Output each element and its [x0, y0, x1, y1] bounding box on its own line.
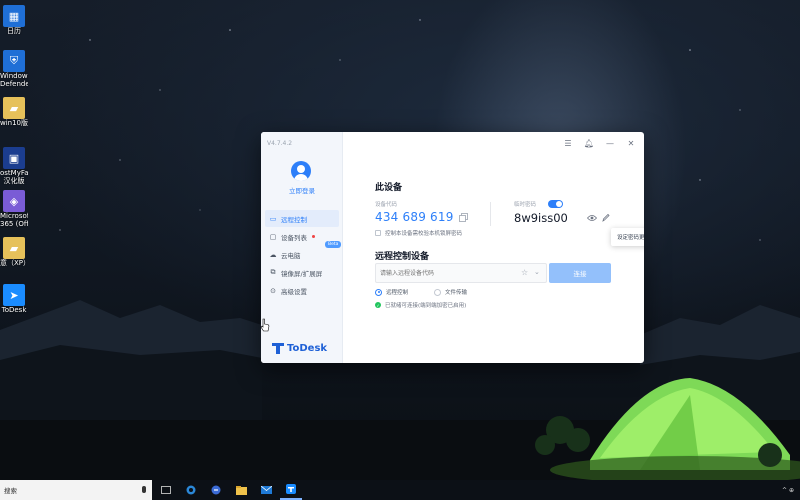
- sidebar-item-label: 云电脑: [281, 251, 301, 260]
- temp-password-label: 临时密码: [514, 202, 537, 208]
- desktop-icon-label: ostMyFault 汉化版: [0, 169, 28, 185]
- advanced-settings-icon: ⊙: [270, 286, 276, 295]
- chevron-down-icon[interactable]: ⌄: [534, 268, 540, 276]
- temp-password-value: 8w9iss00: [514, 211, 568, 225]
- edit-icon[interactable]: [602, 213, 610, 222]
- desktop-icon-label: Windows Defender: [0, 72, 28, 88]
- mail-icon[interactable]: [255, 480, 277, 500]
- windows-defender-icon: ⛨: [3, 50, 25, 72]
- sidebar-item-remote-control[interactable]: ▭ 远程控制: [265, 210, 339, 227]
- remote-control-title: 远程控制设备: [375, 252, 430, 262]
- sidebar-item-label: 设备列表: [281, 233, 307, 242]
- desktop-icon-label: Microsoft 365 (Office): [0, 212, 28, 228]
- sidebar-item-label: 高级设置: [281, 287, 307, 296]
- avatar-head: [297, 165, 305, 173]
- win10-folder-icon: ▰: [3, 97, 25, 119]
- mode-selector: 远程控制 文件传输: [375, 288, 467, 296]
- connection-status: ✓ 已就绪可连接(端到端加密已启用): [375, 301, 466, 309]
- hand-cursor-icon: [260, 318, 270, 332]
- status-text: 已就绪可连接(端到端加密已启用): [385, 303, 467, 309]
- desktop-icon-xp-folder[interactable]: ▰ 意（XP）: [0, 237, 28, 267]
- close-icon[interactable]: ✕: [626, 138, 636, 148]
- eye-icon[interactable]: [587, 214, 597, 222]
- desktop-icon-label: 意（XP）: [0, 259, 28, 267]
- desktop-icon-todesk-shortcut[interactable]: ➤ ToDesk: [0, 284, 28, 314]
- temp-password-toggle[interactable]: [548, 200, 563, 208]
- copy-icon[interactable]: [459, 213, 468, 222]
- sidebar-nav: ▭ 远程控制 ▢ 设备列表 ☁ 云电脑 Beta ⧉ 镜像屏/扩展屏 ⊙ 高级设置: [265, 210, 342, 300]
- mirror-screen-icon: ⧉: [270, 268, 276, 276]
- edge-browser-icon[interactable]: [180, 480, 202, 500]
- sidebar-item-advanced-settings[interactable]: ⊙ 高级设置: [265, 282, 339, 299]
- taskbar-search-text: 搜索: [4, 487, 17, 495]
- desktop-icon-win10-folder[interactable]: ▰ win10版: [0, 97, 28, 127]
- file-explorer-icon[interactable]: [230, 480, 252, 500]
- todesk-logo: ToDesk: [272, 343, 327, 354]
- sidebar-item-label: 远程控制: [281, 215, 307, 224]
- menu-icon[interactable]: ☰: [563, 138, 573, 148]
- desktop-icon-microsoft-365[interactable]: ◈Microsoft 365 (Office): [0, 190, 28, 228]
- this-device-title: 此设备: [375, 183, 403, 193]
- fixmyfault-icon: ▣: [3, 147, 25, 169]
- xp-folder-icon: ▰: [3, 237, 25, 259]
- bell-icon[interactable]: 🔔︎: [584, 138, 594, 148]
- tray-icons[interactable]: ^ ⊕: [782, 487, 794, 494]
- desktop-icon-label: 日历: [7, 27, 21, 35]
- desktop-icon-fixmyfault[interactable]: ▣ostMyFault 汉化版: [0, 147, 28, 185]
- mode-file-transfer-label[interactable]: 文件传输: [445, 288, 467, 296]
- notification-dot: [312, 235, 315, 238]
- lockscreen-verify-row[interactable]: 控制本设备需校验本机锁屏密码: [375, 229, 462, 237]
- mode-remote-control-radio[interactable]: [375, 288, 382, 296]
- mode-remote-control-label[interactable]: 远程控制: [386, 288, 408, 296]
- browser-app-icon[interactable]: [205, 480, 227, 500]
- calendar-app-icon: ▦: [3, 5, 25, 27]
- remote-control-icon: ▭: [269, 214, 277, 223]
- desktop-icon-calendar-app[interactable]: ▦ 日历: [0, 5, 28, 35]
- titlebar-controls: ☰ 🔔︎ — ✕: [563, 138, 636, 148]
- star-icon[interactable]: ☆: [521, 268, 528, 277]
- sidebar-item-label: 镜像屏/扩展屏: [281, 269, 323, 278]
- minimize-icon[interactable]: —: [605, 138, 615, 148]
- device-divider: [490, 202, 491, 226]
- taskbar-search[interactable]: 搜索: [0, 480, 152, 500]
- lockscreen-verify-checkbox[interactable]: [375, 230, 381, 236]
- microphone-icon[interactable]: [142, 486, 146, 493]
- lockscreen-verify-label: 控制本设备需校验本机锁屏密码: [385, 231, 463, 237]
- device-list-icon: ▢: [269, 232, 277, 241]
- main-panel: ☰ 🔔︎ — ✕ 此设备 设备代码 434 689 619 临时密码 8w9is…: [343, 132, 644, 363]
- device-code-label: 设备代码: [375, 202, 398, 208]
- desktop-icon-label: ToDesk: [1, 306, 27, 314]
- desktop-icon-label: win10版: [0, 119, 28, 127]
- version-label: V4.7.4.2: [267, 140, 293, 147]
- tooltip-text: 设定密码更新频率在这里: [617, 235, 644, 241]
- todesk-window: V4.7.4.2 立即登录 ▭ 远程控制 ▢ 设备列表 ☁ 云电脑 Beta ⧉ 镜像屏/扩展屏…: [261, 132, 644, 363]
- connect-button[interactable]: 连接: [549, 263, 611, 283]
- status-ok-icon: ✓: [375, 302, 381, 308]
- desktop-icon-windows-defender[interactable]: ⛨Windows Defender: [0, 50, 28, 88]
- logo-text: ToDesk: [287, 343, 328, 354]
- device-code-value: 434 689 619: [375, 210, 454, 224]
- avatar-body: [294, 174, 308, 181]
- cloud-pc-icon: ☁: [269, 250, 277, 259]
- todesk-shortcut-icon: ➤: [3, 284, 25, 306]
- task-view-icon[interactable]: [155, 480, 177, 500]
- microsoft-365-icon: ◈: [3, 190, 25, 212]
- login-link[interactable]: 立即登录: [261, 185, 343, 195]
- todesk-taskbar-icon[interactable]: [280, 480, 302, 500]
- todesk-logo-icon: [272, 343, 284, 354]
- sidebar: V4.7.4.2 立即登录 ▭ 远程控制 ▢ 设备列表 ☁ 云电脑 Beta ⧉ 镜像屏/扩展屏…: [261, 132, 343, 363]
- mode-file-transfer-radio[interactable]: [434, 288, 442, 296]
- sidebar-item-cloud-pc[interactable]: ☁ 云电脑 Beta: [265, 241, 342, 263]
- beta-badge: Beta: [325, 241, 342, 248]
- sidebar-item-mirror-screen[interactable]: ⧉ 镜像屏/扩展屏: [265, 264, 339, 281]
- user-avatar-icon[interactable]: [291, 161, 311, 181]
- password-frequency-tooltip: 设定密码更新频率在这里 ✕: [611, 228, 644, 246]
- system-tray: ^ ⊕: [782, 487, 800, 494]
- taskbar: 搜索 ^ ⊕: [0, 480, 800, 500]
